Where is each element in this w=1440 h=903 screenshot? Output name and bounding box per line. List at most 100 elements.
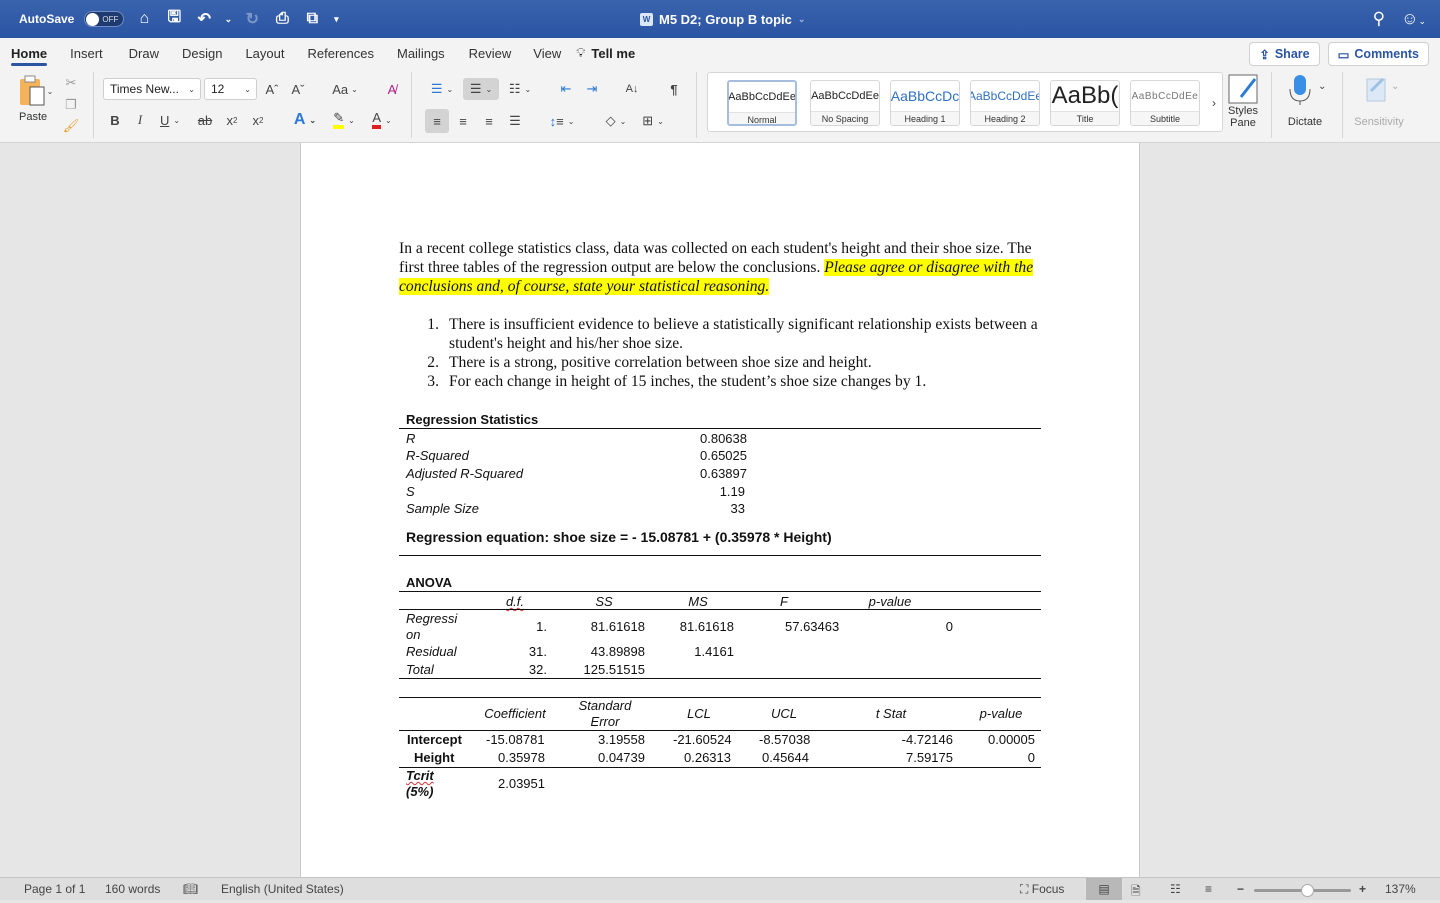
font-size-select[interactable]: 12 ⌄: [204, 78, 257, 100]
document-body[interactable]: In a recent college statistics class, da…: [399, 239, 1039, 391]
clear-formatting-icon[interactable]: A̸: [381, 78, 403, 100]
subscript-button[interactable]: x2: [222, 110, 242, 130]
highlight-color-button[interactable]: ✎ ⌄: [327, 110, 361, 130]
style-name: Heading 1: [891, 111, 959, 125]
line-spacing-icon: ↕: [549, 113, 557, 129]
print-icon[interactable]: ⎙: [272, 10, 292, 28]
style-title[interactable]: AaBb(Title: [1050, 80, 1120, 126]
align-left-button[interactable]: ≡: [425, 109, 449, 133]
focus-label: Focus: [1031, 882, 1065, 896]
redo-icon[interactable]: ↻: [242, 9, 262, 29]
tab-draw[interactable]: Draw: [118, 38, 170, 68]
search-icon[interactable]: ⚲: [1373, 9, 1385, 29]
justify-button[interactable]: ☰: [503, 109, 527, 133]
tab-view[interactable]: View: [522, 38, 572, 68]
document-title[interactable]: W M5 D2; Group B topic ⌄: [640, 0, 805, 38]
tab-design[interactable]: Design: [171, 38, 233, 68]
cell-value: 3.19558: [598, 732, 645, 747]
grow-font-icon[interactable]: Aˆ: [262, 78, 282, 100]
save-icon[interactable]: 🖫: [164, 6, 184, 33]
paste-button[interactable]: ⌄: [14, 73, 56, 109]
increase-indent-icon[interactable]: ⇥: [582, 78, 602, 100]
tab-home[interactable]: Home: [0, 38, 58, 68]
shrink-font-icon[interactable]: Aˇ: [288, 78, 308, 100]
undo-dropdown-icon[interactable]: ⌄: [224, 14, 233, 25]
italic-button[interactable]: I: [131, 110, 149, 130]
proofing-icon[interactable]: 📖︎: [183, 882, 198, 896]
outline-view-icon[interactable]: ☷: [1170, 882, 1181, 896]
borders-button[interactable]: ⊞ ⌄: [636, 109, 670, 133]
superscript-button[interactable]: x2: [248, 110, 268, 130]
dictate-button[interactable]: ⌄ Dictate: [1284, 73, 1326, 128]
change-case-button[interactable]: Aa ⌄: [327, 78, 363, 100]
cell-value: 7.59175: [906, 750, 953, 765]
style-name: No Spacing: [811, 111, 879, 125]
draft-view-icon[interactable]: ≡: [1205, 882, 1212, 896]
tab-insert[interactable]: Insert: [59, 38, 114, 68]
language[interactable]: English (United States): [221, 882, 344, 896]
style-subtitle[interactable]: AaBbCcDdEe Subtitle: [1130, 80, 1200, 126]
zoom-slider[interactable]: [1254, 884, 1351, 897]
stat-label: R: [406, 431, 416, 446]
tell-me[interactable]: 💡︎ Tell me: [576, 45, 635, 61]
font-name-value: Times New...: [110, 82, 179, 96]
list-text: There is insufficient evidence to believ…: [449, 316, 1038, 352]
decrease-indent-icon[interactable]: ⇤: [556, 78, 576, 100]
zoom-slider-thumb[interactable]: [1301, 884, 1315, 897]
page-count[interactable]: Page 1 of 1: [24, 882, 85, 896]
focus-button[interactable]: ⛶ Focus: [1020, 882, 1064, 897]
more-icon[interactable]: ▾: [332, 14, 340, 25]
style-no-spacing[interactable]: AaBbCcDdEe No Spacing: [810, 80, 880, 126]
share-button[interactable]: ⇪ Share: [1249, 42, 1320, 66]
bold-button[interactable]: B: [106, 110, 124, 130]
text-effects-button[interactable]: A ⌄: [288, 110, 322, 130]
numbering-button[interactable]: ☰ ⌄: [463, 78, 499, 100]
align-right-button[interactable]: ≡: [477, 109, 501, 133]
bullets-button[interactable]: ☰ ⌄: [424, 78, 460, 100]
smiley-feedback-icon[interactable]: ☺⌄: [1401, 9, 1426, 29]
multilevel-list-button[interactable]: ☷ ⌄: [503, 78, 537, 100]
tab-review[interactable]: Review: [458, 38, 523, 68]
sensitivity-button[interactable]: ⌄ Sensitivity: [1350, 73, 1408, 128]
styles-pane-button[interactable]: Styles Pane: [1226, 73, 1260, 129]
format-painter-icon[interactable]: 🖌︎: [62, 117, 80, 135]
undo-icon[interactable]: ↶: [194, 9, 214, 29]
home-icon[interactable]: ⌂: [134, 10, 154, 28]
document-canvas[interactable]: In a recent college statistics class, da…: [0, 143, 1440, 877]
underline-button[interactable]: U ⌄: [156, 110, 184, 130]
shading-button[interactable]: ◇ ⌄: [600, 109, 632, 133]
column-header: F: [780, 594, 788, 609]
line-spacing-button[interactable]: ↕ ≡ ⌄: [544, 109, 580, 133]
multilevel-list-icon: ☷: [508, 81, 521, 96]
zoom-level[interactable]: 137%: [1385, 882, 1416, 896]
style-heading-1[interactable]: AaBbCcDc Heading 1: [890, 80, 960, 126]
cut-icon[interactable]: ✂: [62, 74, 80, 92]
customize-icon[interactable]: ⧉: [302, 10, 322, 28]
autosave-toggle[interactable]: OFF: [84, 11, 125, 27]
show-formatting-icon[interactable]: ¶: [664, 78, 684, 100]
strikethrough-button[interactable]: ab: [195, 110, 215, 130]
style-sample: AaBbCcDc: [891, 88, 959, 104]
paste-dropdown-icon[interactable]: ⌄: [47, 87, 54, 96]
style-heading-2[interactable]: AaBbCcDdEe Heading 2: [970, 80, 1040, 126]
styles-more-arrow[interactable]: ›: [1208, 95, 1220, 111]
font-name-select[interactable]: Times New... ⌄: [103, 78, 201, 100]
cell-value: 0.45644: [762, 750, 809, 765]
document-page[interactable]: In a recent college statistics class, da…: [300, 143, 1140, 877]
copy-icon[interactable]: ❐: [62, 96, 80, 114]
zoom-in-icon[interactable]: +: [1359, 882, 1366, 896]
column-header: Coefficient: [484, 706, 546, 721]
comments-button[interactable]: ▭ Comments: [1327, 42, 1429, 66]
tab-references[interactable]: References: [297, 38, 385, 68]
tab-mailings[interactable]: Mailings: [386, 38, 456, 68]
word-count[interactable]: 160 words: [105, 882, 160, 896]
font-color-button[interactable]: A ⌄: [365, 110, 399, 130]
style-normal[interactable]: AaBbCcDdEe Normal: [727, 80, 797, 126]
zoom-out-icon[interactable]: −: [1237, 882, 1244, 896]
sort-icon[interactable]: A↓: [621, 78, 643, 100]
list-number: 2.: [427, 354, 439, 371]
print-layout-icon[interactable]: ▤: [1086, 878, 1122, 900]
tab-layout[interactable]: Layout: [234, 38, 295, 68]
align-center-button[interactable]: ≡: [451, 109, 475, 133]
dictate-label: Dictate: [1287, 116, 1323, 128]
